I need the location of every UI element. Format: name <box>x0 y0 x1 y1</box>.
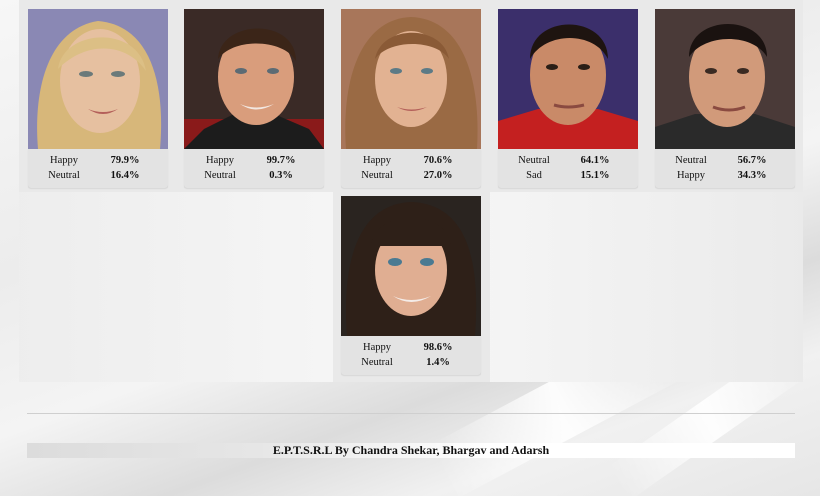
emotion-percent: 27.0% <box>423 170 453 181</box>
face-photo <box>184 9 324 149</box>
emotion-percent: 99.7% <box>266 155 296 166</box>
divider <box>27 413 795 414</box>
face-card: Happy 79.9% Neutral 16.4% <box>28 9 168 188</box>
emotion-label: Happy <box>363 155 391 166</box>
emotion-label: Neutral <box>204 170 236 181</box>
face-photo <box>28 9 168 149</box>
emotion-label: Happy <box>677 170 705 181</box>
face-card: Happy 98.6% Neutral 1.4% <box>341 196 481 375</box>
emotion-label: Happy <box>206 155 234 166</box>
emotion-label: Neutral <box>48 170 80 181</box>
emotion-percent: 0.3% <box>269 170 293 181</box>
emotion-percent: 98.6% <box>423 342 453 353</box>
emotion-percent: 16.4% <box>110 170 140 181</box>
face-photo <box>341 9 481 149</box>
emotion-percent: 1.4% <box>426 357 450 368</box>
emotion-label: Neutral <box>361 170 393 181</box>
face-photo <box>341 196 481 336</box>
face-card: Neutral 64.1% Sad 15.1% <box>498 9 638 188</box>
emotion-percent: 15.1% <box>580 170 610 181</box>
emotion-label: Neutral <box>675 155 707 166</box>
emotion-label: Happy <box>50 155 78 166</box>
face-card: Happy 99.7% Neutral 0.3% <box>184 9 324 188</box>
emotion-label: Neutral <box>361 357 393 368</box>
face-card: Neutral 56.7% Happy 34.3% <box>655 9 795 188</box>
face-photo <box>655 9 795 149</box>
emotion-percent: 34.3% <box>737 170 767 181</box>
face-card: Happy 70.6% Neutral 27.0% <box>341 9 481 188</box>
emotion-percent: 64.1% <box>580 155 610 166</box>
emotion-label: Sad <box>526 170 542 181</box>
face-photo <box>498 9 638 149</box>
emotion-label: Neutral <box>518 155 550 166</box>
emotion-label: Happy <box>363 342 391 353</box>
emotion-percent: 56.7% <box>737 155 767 166</box>
footer-credits: E.P.T.S.R.L By Chandra Shekar, Bhargav a… <box>27 443 795 458</box>
emotion-percent: 79.9% <box>110 155 140 166</box>
emotion-percent: 70.6% <box>423 155 453 166</box>
